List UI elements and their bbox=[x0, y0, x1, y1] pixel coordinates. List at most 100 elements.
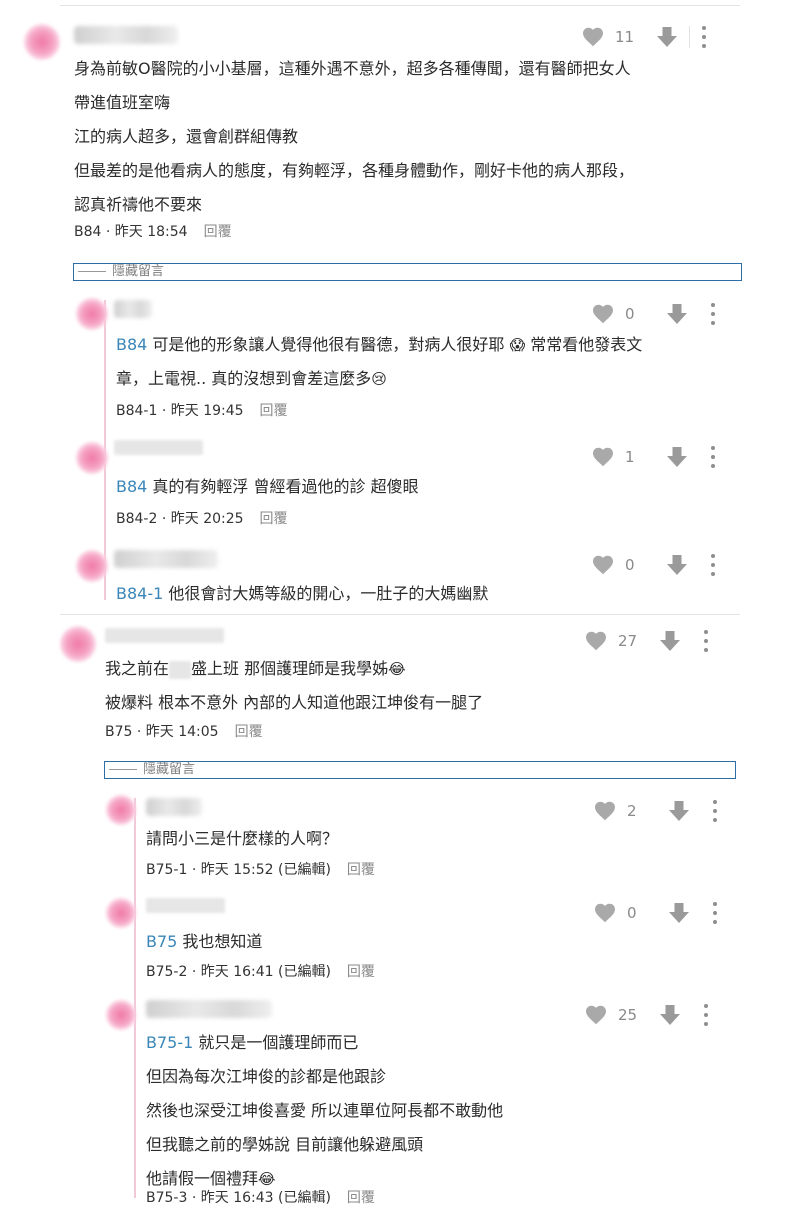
floor-number: B84-2 bbox=[116, 511, 158, 527]
comment-meta: B75-2 · 昨天 16:41 (已編輯) 回覆 bbox=[146, 964, 375, 980]
more-options-icon[interactable] bbox=[713, 902, 719, 924]
floor-mention[interactable]: B84 bbox=[116, 335, 147, 354]
reply-button[interactable]: 回覆 bbox=[260, 511, 288, 527]
avatar[interactable] bbox=[24, 24, 60, 60]
more-options-icon[interactable] bbox=[711, 446, 717, 468]
comment-line: B84-1 他很會討大媽等級的開心，一肚子的大媽幽默 bbox=[116, 584, 489, 603]
comment-line: 請問小三是什麼樣的人啊？ bbox=[146, 829, 339, 848]
hidden-replies-label: 隱藏留言 bbox=[143, 762, 196, 777]
reply-button[interactable]: 回覆 bbox=[260, 403, 288, 419]
comment-line: B84 真的有夠輕浮 曾經看過他的診 超傻眼 bbox=[116, 477, 419, 496]
comment-line: 江的病人超多，還會創群組傳教 bbox=[74, 127, 299, 146]
thread-line bbox=[134, 798, 136, 1198]
downvote-icon[interactable] bbox=[665, 553, 689, 577]
comment-meta: B84 · 昨天 18:54 回覆 bbox=[74, 224, 232, 240]
comment-divider bbox=[60, 614, 740, 615]
comment-line: 但因為每次江坤俊的診都是他跟診 bbox=[146, 1067, 387, 1086]
floor-number: B75-1 bbox=[146, 862, 188, 878]
like-count: 0 bbox=[625, 556, 635, 574]
heart-icon[interactable] bbox=[584, 1003, 608, 1027]
like-count: 11 bbox=[615, 28, 635, 46]
comment-meta: B84-2 · 昨天 20:25 回覆 bbox=[116, 511, 288, 527]
crying-emoji: 😢 bbox=[371, 370, 387, 388]
username[interactable]: XXXXXXXXX bbox=[114, 440, 224, 455]
hidden-replies-toggle[interactable]: 隱藏留言 bbox=[73, 263, 742, 281]
floor-number: B75-2 bbox=[146, 964, 188, 980]
avatar[interactable] bbox=[106, 898, 136, 928]
laughing-emoji: 😂 bbox=[258, 1170, 276, 1188]
heart-icon[interactable] bbox=[593, 901, 617, 925]
more-options-icon[interactable] bbox=[711, 303, 717, 325]
downvote-icon[interactable] bbox=[655, 25, 679, 49]
reply-button[interactable]: 回覆 bbox=[347, 862, 375, 878]
avatar[interactable] bbox=[76, 298, 108, 330]
username[interactable]: XXXXXXXXXXXX bbox=[105, 628, 245, 643]
comment-body: B84-1 他很會討大媽等級的開心，一肚子的大媽幽默 bbox=[116, 577, 488, 611]
more-options-icon[interactable] bbox=[704, 1004, 710, 1026]
comment-meta: B75 · 昨天 14:05 回覆 bbox=[105, 724, 263, 740]
heart-icon[interactable] bbox=[581, 25, 605, 49]
reply-button[interactable]: 回覆 bbox=[204, 224, 232, 240]
comment-body: 我之前在 盛上班 那個護理師是我學姊😂 被爆料 根本不意外 內部的人知道他跟江坤俊… bbox=[105, 652, 483, 720]
reply-button[interactable]: 回覆 bbox=[347, 1190, 375, 1206]
heart-icon[interactable] bbox=[591, 445, 615, 469]
heart-icon[interactable] bbox=[591, 302, 615, 326]
hidden-replies-toggle[interactable]: 隱藏留言 bbox=[104, 761, 736, 779]
more-options-icon[interactable] bbox=[713, 800, 719, 822]
comment-line: 被爆料 根本不意外 內部的人知道他跟江坤俊有一腿了 bbox=[105, 693, 484, 712]
downvote-icon[interactable] bbox=[667, 901, 691, 925]
username[interactable]: XXXXXXXX bbox=[146, 898, 246, 913]
comment-body: B84 真的有夠輕浮 曾經看過他的診 超傻眼 bbox=[116, 470, 419, 504]
username[interactable] bbox=[74, 26, 178, 44]
action-divider bbox=[689, 26, 690, 48]
more-options-icon[interactable] bbox=[711, 554, 717, 576]
comment-actions: 0 bbox=[593, 898, 719, 928]
comment-meta: B75-3 · 昨天 16:43 (已編輯) 回覆 bbox=[146, 1190, 375, 1206]
heart-icon[interactable] bbox=[591, 553, 615, 577]
downvote-icon[interactable] bbox=[665, 302, 689, 326]
more-options-icon[interactable] bbox=[704, 630, 710, 652]
floor-mention[interactable]: B84-1 bbox=[116, 584, 163, 603]
username[interactable] bbox=[114, 550, 218, 568]
avatar[interactable] bbox=[106, 1000, 136, 1030]
floor-number: B84-1 bbox=[116, 403, 158, 419]
downvote-icon[interactable] bbox=[658, 629, 682, 653]
heart-icon[interactable] bbox=[593, 799, 617, 823]
comment-body: B84 可是他的形象讓人覺得他很有醫德，對病人很好耶 😱 常常看他發表文 章，上… bbox=[116, 328, 642, 396]
floor-mention[interactable]: B75 bbox=[146, 932, 177, 951]
reply-button[interactable]: 回覆 bbox=[347, 964, 375, 980]
downvote-icon[interactable] bbox=[665, 445, 689, 469]
timestamp: 昨天 19:45 bbox=[170, 403, 244, 419]
comment-line: B75-1 就只是一個護理師而已 bbox=[146, 1033, 359, 1052]
hidden-replies-label: 隱藏留言 bbox=[112, 264, 165, 279]
username[interactable] bbox=[146, 798, 202, 816]
more-options-icon[interactable] bbox=[702, 26, 708, 48]
timestamp: 昨天 18:54 bbox=[114, 224, 188, 240]
comment-actions: 2 bbox=[593, 796, 719, 826]
scream-emoji: 😱 bbox=[509, 336, 526, 354]
floor-mention[interactable]: B75-1 bbox=[146, 1033, 193, 1052]
comment-line: 章，上電視.. 真的沒想到會差這麼多😢 bbox=[116, 369, 387, 388]
like-count: 25 bbox=[618, 1006, 638, 1024]
avatar[interactable] bbox=[76, 442, 108, 474]
downvote-icon[interactable] bbox=[667, 799, 691, 823]
comment-body: B75 我也想知道 bbox=[146, 925, 262, 959]
comment-line: B75 我也想知道 bbox=[146, 932, 263, 951]
heart-icon[interactable] bbox=[584, 629, 608, 653]
floor-number: B84 bbox=[74, 224, 102, 240]
floor-mention[interactable]: B84 bbox=[116, 477, 147, 496]
timestamp: 昨天 14:05 bbox=[145, 724, 219, 740]
avatar[interactable] bbox=[60, 626, 96, 662]
redacted-text bbox=[169, 660, 192, 679]
comment-actions: 0 bbox=[591, 299, 717, 329]
like-count: 0 bbox=[625, 305, 635, 323]
downvote-icon[interactable] bbox=[658, 1003, 682, 1027]
username[interactable] bbox=[146, 1000, 272, 1018]
like-count: 2 bbox=[627, 802, 637, 820]
username[interactable] bbox=[114, 300, 152, 318]
reply-button[interactable]: 回覆 bbox=[235, 724, 263, 740]
avatar[interactable] bbox=[106, 795, 136, 825]
comment-line: 但我聽之前的學姊說 目前讓他躲避風頭 bbox=[146, 1135, 424, 1154]
avatar[interactable] bbox=[76, 550, 108, 582]
like-count: 0 bbox=[627, 904, 637, 922]
